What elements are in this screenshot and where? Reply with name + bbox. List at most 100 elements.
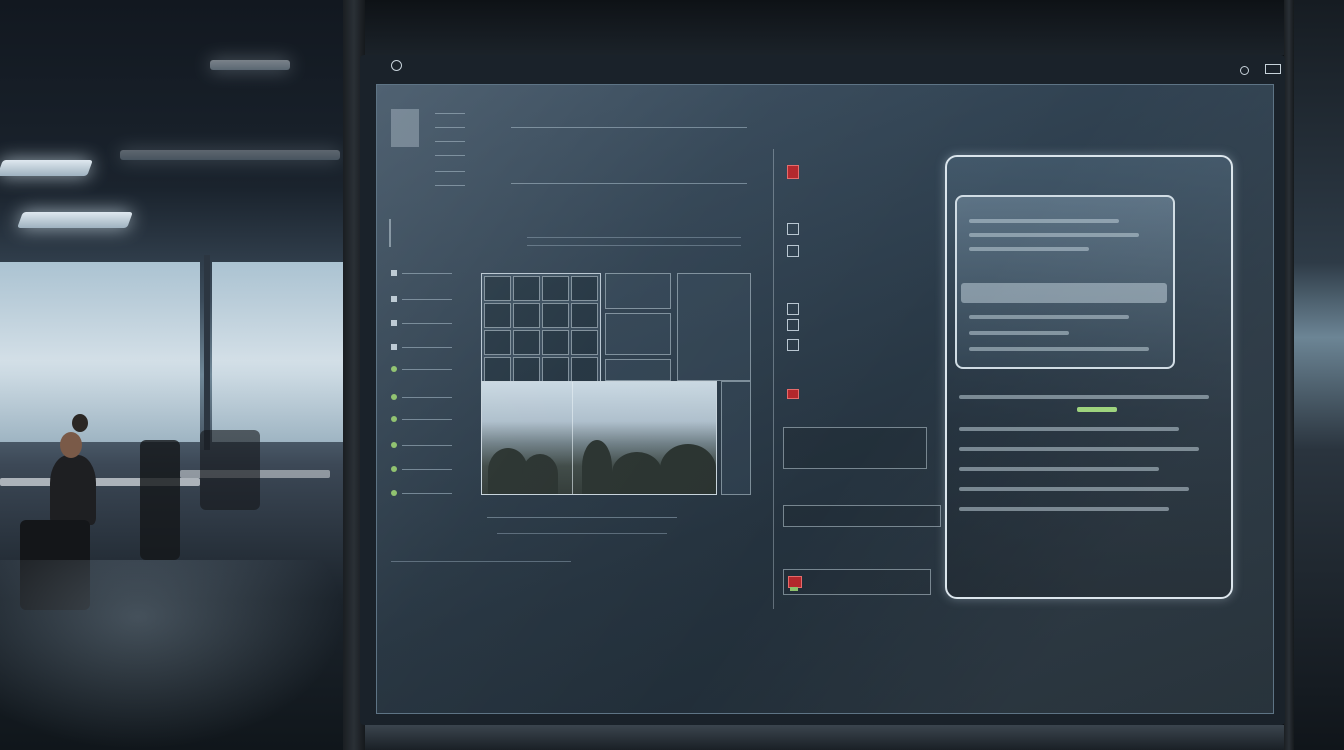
progress-highlight [1077,407,1117,412]
sidebar-item-text [402,492,452,494]
floor-reflection [0,560,345,750]
grid-cell[interactable] [513,276,540,301]
grid-cell[interactable] [571,330,598,355]
office-chair [200,430,260,510]
sidebar-item-text [402,368,452,370]
frame-post-right [1284,0,1294,750]
sidebar-item[interactable] [391,439,471,451]
file-icon [787,245,799,257]
frame-top [365,0,1284,55]
grid-cell[interactable] [484,357,511,382]
grid-cell[interactable] [513,357,540,382]
ceiling-light [210,60,290,70]
list-item[interactable] [787,245,799,257]
list-item[interactable] [787,319,799,331]
grid-cell[interactable] [542,276,569,301]
grid-cell[interactable] [513,303,540,328]
sidebar-item[interactable] [391,267,471,279]
grid-cell[interactable] [542,357,569,382]
grid-cell[interactable] [513,330,540,355]
data-panel[interactable] [677,273,751,381]
header-line [435,171,465,172]
mini-panel[interactable] [605,313,671,355]
sidebar-item-text [402,418,452,420]
mini-panel[interactable] [605,273,671,309]
header-line [435,127,465,128]
sidebar-item[interactable] [391,363,471,375]
detail-inner-card[interactable] [955,195,1175,369]
status-dot-icon [391,394,397,400]
status-dot-icon [391,366,397,372]
alert-icon [787,165,799,179]
section-rule [527,245,741,246]
list-item[interactable] [787,389,799,399]
file-icon [787,339,799,351]
grid-cell[interactable] [571,276,598,301]
detail-card[interactable] [945,155,1233,599]
selected-row[interactable] [961,283,1167,303]
file-icon [787,319,799,331]
card-row [959,507,1169,511]
office-chair [140,440,180,560]
side-panel[interactable] [721,381,751,495]
list-item[interactable] [787,339,799,351]
window-frame [204,255,210,450]
file-icon [787,303,799,315]
right-background [1290,0,1344,750]
menu-icon[interactable] [1265,64,1281,74]
grid-cell[interactable] [571,357,598,382]
alert-icon [787,389,799,399]
grid-cell[interactable] [542,303,569,328]
header-line [435,141,465,142]
card-row [959,467,1159,471]
office-background [0,0,345,750]
footer-row [497,533,667,534]
info-box[interactable] [783,569,931,595]
power-icon[interactable] [391,60,402,71]
worker-head [72,414,88,432]
footer-row [487,517,677,518]
card-row [969,331,1069,335]
grid-cell[interactable] [484,276,511,301]
sidebar-item[interactable] [391,317,471,329]
settings-icon[interactable] [1240,66,1249,75]
sidebar-item-text [402,272,452,274]
mini-panel[interactable] [605,359,671,381]
sidebar-item[interactable] [391,413,471,425]
grid-cell[interactable] [542,330,569,355]
list-item[interactable] [787,165,799,179]
header-line [435,155,465,156]
status-square-icon [391,270,397,276]
sidebar-item-text [402,444,452,446]
status-square-icon [391,320,397,326]
scene [0,0,1344,750]
sidebar-item[interactable] [391,293,471,305]
sidebar-item[interactable] [391,341,471,353]
info-box[interactable] [783,505,941,527]
dashboard-screen [376,84,1274,714]
office-window [0,262,200,442]
info-box[interactable] [783,427,927,469]
sidebar-item-text [402,346,452,348]
office-window [212,262,345,442]
sidebar-item-text [402,322,452,324]
list-item[interactable] [787,303,799,315]
sidebar-item[interactable] [391,463,471,475]
image-preview[interactable] [481,381,717,495]
grid-cell[interactable] [484,330,511,355]
card-row [959,427,1179,431]
card-row [969,233,1139,237]
tree-shape [522,454,558,494]
worker-head [60,432,82,458]
status-dot-icon [391,490,397,496]
section-marker [389,219,425,247]
section-rule [527,237,741,238]
list-item[interactable] [787,223,799,235]
footer-row [391,561,571,562]
grid-cell[interactable] [571,303,598,328]
sidebar-item[interactable] [391,487,471,499]
grid-cell[interactable] [484,303,511,328]
sidebar-item-text [402,298,452,300]
sidebar-item[interactable] [391,391,471,403]
card-row [969,219,1119,223]
